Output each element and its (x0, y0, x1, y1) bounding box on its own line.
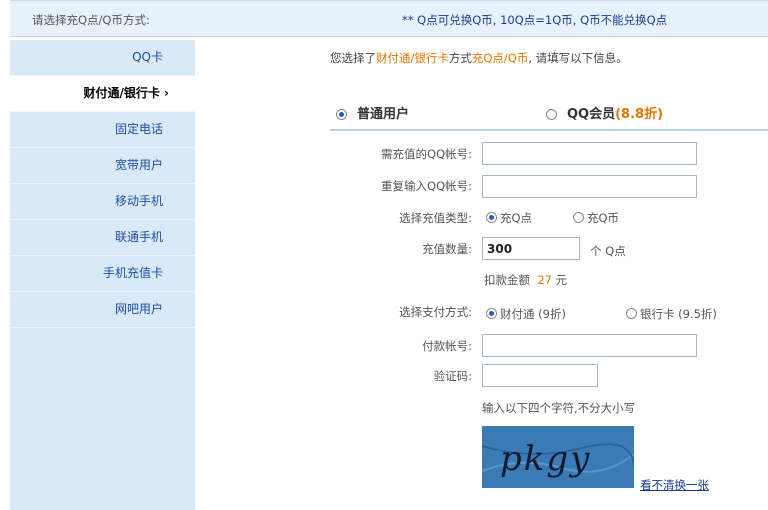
amount-unit: 个 Q点 (590, 244, 626, 258)
sidebar-item-landline[interactable]: 固定电话 (10, 112, 195, 148)
vip-user-label: QQ会员 (567, 107, 616, 122)
sidebar-item-internet-cafe[interactable]: 网吧用户 (10, 292, 195, 328)
type-option-q-points[interactable]: 充Q点 (486, 210, 532, 226)
vip-discount: (8.8折) (615, 107, 664, 122)
qq-account-confirm-label: 重复输入QQ帐号: (381, 179, 472, 193)
captcha-text: pkgy (500, 439, 591, 479)
q-points-label: 充Q点 (500, 211, 533, 225)
payer-account-label: 付款帐号: (422, 339, 472, 353)
radio-normal-user[interactable] (336, 109, 347, 120)
captcha-image: pkgy (482, 426, 634, 488)
bank-card-label: 银行卡 (9.5折) (640, 307, 717, 321)
user-type-row: 普通用户 QQ会员(8.8折) (330, 95, 768, 131)
payer-account-input[interactable] (482, 334, 697, 357)
pay-option-tenpay[interactable]: 财付通 (9折) (486, 306, 566, 322)
user-type-vip[interactable]: QQ会员(8.8折) (546, 103, 663, 122)
exchange-note: ** Q点可兑换Q币, 10Q点=1Q币, Q币不能兑换Q点 (402, 13, 668, 27)
radio-tenpay[interactable] (486, 308, 497, 319)
qq-account-input[interactable] (482, 142, 697, 165)
qq-account-confirm-input[interactable] (482, 175, 697, 198)
captcha-hint: 输入以下四个字符,不分大小写 (482, 401, 636, 415)
intro-target: 充Q点/Q币 (471, 51, 529, 65)
sidebar-item-qq-card[interactable]: QQ卡 (10, 40, 195, 76)
captcha-graphic: pkgy (482, 426, 634, 488)
qq-account-label: 需充值的QQ帐号: (381, 147, 472, 161)
radio-q-coins[interactable] (573, 212, 584, 223)
sidebar-item-tenpay-bank-card[interactable]: 财付通/银行卡 › (10, 76, 195, 112)
radio-q-points[interactable] (486, 212, 497, 223)
payment-method-sidebar: QQ卡 财付通/银行卡 › 固定电话 宽带用户 移动手机 联通手机 手机充值卡 … (10, 40, 195, 510)
deduction-line: 扣款金额 27 元 (484, 272, 567, 288)
intro-middle: 方式 (448, 51, 472, 65)
sidebar-item-phone-card[interactable]: 手机充值卡 (10, 256, 195, 292)
type-option-q-coins[interactable]: 充Q币 (573, 210, 619, 226)
user-type-normal[interactable]: 普通用户 (336, 103, 409, 122)
amount-label: 充值数量: (422, 242, 472, 256)
tenpay-label: 财付通 (9折) (500, 307, 566, 321)
sidebar-item-broadband[interactable]: 宽带用户 (10, 148, 195, 184)
intro-method: 财付通/银行卡 (376, 51, 449, 65)
amount-input[interactable] (482, 237, 580, 260)
intro-prefix: 您选择了 (330, 51, 376, 65)
deduction-amount: 27 (537, 273, 552, 287)
refresh-captcha-link[interactable]: 看不清换一张 (640, 477, 709, 493)
top-banner: 请选择充Q点/Q币方式: ** Q点可兑换Q币, 10Q点=1Q币, Q币不能兑… (10, 0, 768, 37)
sidebar-item-china-mobile[interactable]: 移动手机 (10, 184, 195, 220)
radio-bank-card[interactable] (626, 308, 637, 319)
q-coins-label: 充Q币 (587, 211, 620, 225)
method-prompt: 请选择充Q点/Q币方式: (32, 13, 150, 27)
captcha-label: 验证码: (433, 369, 472, 383)
deduction-unit: 元 (555, 273, 568, 287)
deduction-label: 扣款金额 (484, 273, 530, 287)
intro-suffix: , 请填写以下信息。 (528, 51, 628, 65)
payment-method-label: 选择支付方式: (399, 305, 472, 319)
selection-summary: 您选择了财付通/银行卡方式充Q点/Q币, 请填写以下信息。 (330, 50, 628, 66)
captcha-input[interactable] (482, 364, 598, 387)
pay-option-bank-card[interactable]: 银行卡 (9.5折) (626, 306, 717, 322)
sidebar-item-china-unicom[interactable]: 联通手机 (10, 220, 195, 256)
normal-user-label: 普通用户 (357, 107, 410, 122)
radio-vip-user[interactable] (546, 109, 557, 120)
recharge-type-label: 选择充值类型: (399, 211, 472, 225)
